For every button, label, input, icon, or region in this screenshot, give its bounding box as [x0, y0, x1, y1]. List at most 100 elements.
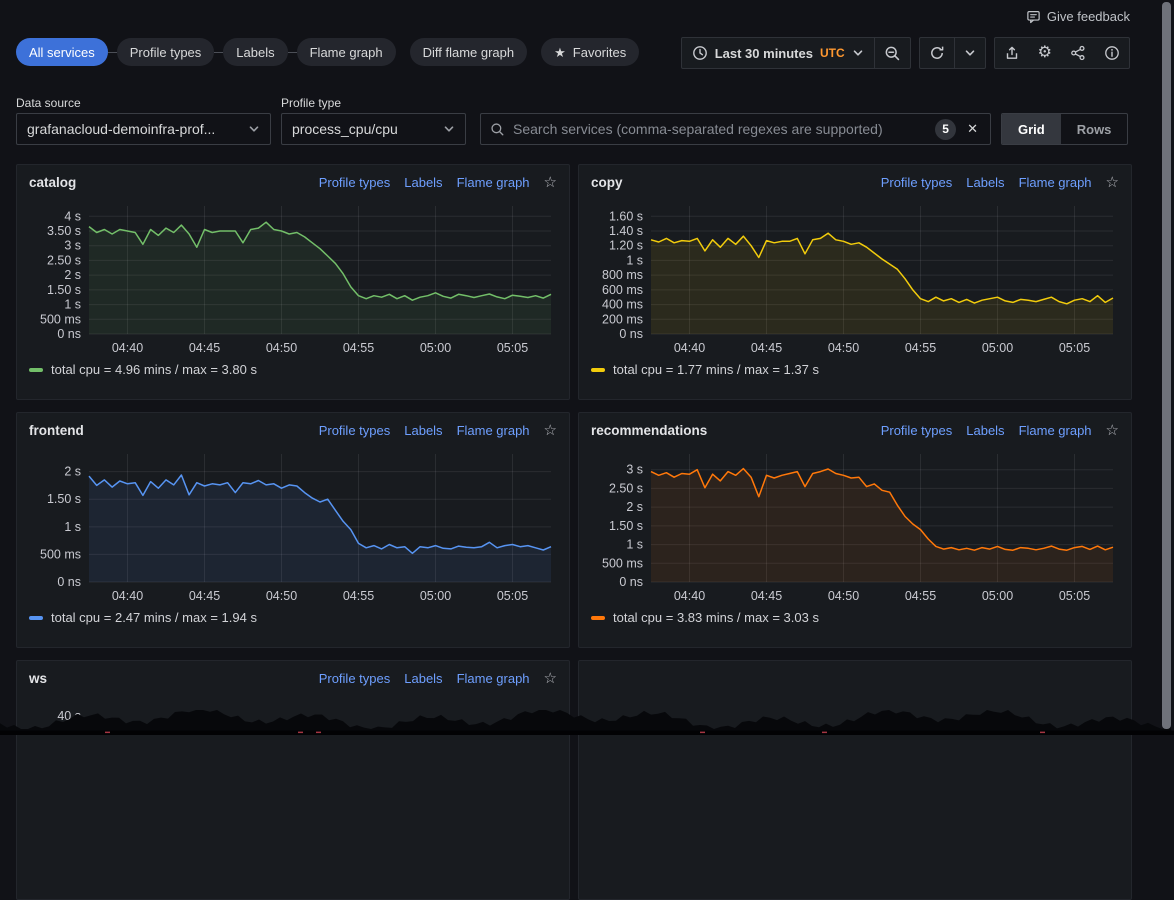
export-button[interactable]	[995, 38, 1029, 68]
svg-text:1 s: 1 s	[64, 298, 81, 312]
panel-link-labels[interactable]: Labels	[966, 423, 1004, 438]
svg-text:200 ms: 200 ms	[602, 312, 643, 326]
svg-text:05:05: 05:05	[1059, 589, 1090, 603]
favorite-star-icon[interactable]: ☆	[1106, 423, 1119, 438]
info-button[interactable]	[1095, 38, 1129, 68]
gear-icon: ⚙	[1038, 45, 1052, 61]
refresh-interval-dropdown[interactable]	[955, 38, 985, 68]
refresh-icon	[929, 45, 945, 61]
chart-legend[interactable]: total cpu = 1.77 mins / max = 1.37 s	[591, 362, 1119, 377]
svg-text:3.50 s: 3.50 s	[47, 224, 81, 238]
actions-box: ⚙	[994, 37, 1130, 69]
legend-label: total cpu = 3.83 mins / max = 3.03 s	[613, 610, 819, 625]
tab-diff-flame-graph[interactable]: Diff flame graph	[410, 38, 528, 66]
panel-link-labels[interactable]: Labels	[404, 671, 442, 686]
zoom-out-button[interactable]	[875, 38, 910, 68]
panel-title: copy	[591, 175, 623, 190]
search-icon	[490, 122, 505, 137]
pyroscope-all-services-page: { "feedback": { "label": "Give feedback"…	[0, 0, 1174, 735]
panel-link-flame-graph[interactable]: Flame graph	[457, 671, 530, 686]
chart-legend[interactable]: total cpu = 4.96 mins / max = 3.80 s	[29, 362, 557, 377]
panel-link-flame-graph[interactable]: Flame graph	[1019, 175, 1092, 190]
favorite-star-icon[interactable]: ☆	[544, 671, 557, 686]
favorite-star-icon[interactable]: ☆	[1106, 175, 1119, 190]
svg-text:04:50: 04:50	[828, 589, 859, 603]
layout-option-grid[interactable]: Grid	[1002, 114, 1061, 144]
timeseries-chart-catalog[interactable]: 0 ns500 ms1 s1.50 s2 s2.50 s3 s3.50 s4 s…	[29, 198, 559, 358]
svg-text:400 ms: 400 ms	[602, 298, 643, 312]
tab-labels[interactable]: Labels	[223, 38, 287, 66]
panel-link-profile-types[interactable]: Profile types	[319, 423, 391, 438]
vertical-scrollbar[interactable]	[1162, 2, 1171, 729]
timeseries-chart-frontend[interactable]: 0 ns500 ms1 s1.50 s2 s04:4004:4504:5004:…	[29, 446, 559, 606]
search-services-input[interactable]	[513, 121, 927, 137]
panel-link-labels[interactable]: Labels	[966, 175, 1004, 190]
svg-text:04:50: 04:50	[266, 589, 297, 603]
svg-text:04:55: 04:55	[905, 589, 936, 603]
panel-actions: Profile types Labels Flame graph ☆	[881, 175, 1119, 190]
timeseries-chart-copy[interactable]: 0 ns200 ms400 ms600 ms800 ms1 s1.20 s1.4…	[591, 198, 1121, 358]
tab-label: Diff flame graph	[423, 45, 515, 60]
legend-label: total cpu = 4.96 mins / max = 3.80 s	[51, 362, 257, 377]
chart-legend[interactable]: total cpu = 2.47 mins / max = 1.94 s	[29, 610, 557, 625]
panel-link-profile-types[interactable]: Profile types	[319, 175, 391, 190]
svg-text:3 s: 3 s	[626, 463, 643, 477]
panel-actions: Profile types Labels Flame graph ☆	[319, 671, 557, 686]
svg-text:4 s: 4 s	[64, 209, 81, 223]
timeseries-chart-recommendations[interactable]: 0 ns500 ms1 s1.50 s2 s2.50 s3 s04:4004:4…	[591, 446, 1121, 606]
panel-link-flame-graph[interactable]: Flame graph	[457, 423, 530, 438]
svg-text:2 s: 2 s	[64, 268, 81, 282]
layout-option-rows[interactable]: Rows	[1061, 114, 1128, 144]
refresh-button[interactable]	[920, 38, 954, 68]
profile-type-select[interactable]: process_cpu/cpu	[281, 113, 466, 145]
give-feedback-button[interactable]: Give feedback	[1026, 9, 1130, 24]
time-range-box: Last 30 minutes UTC	[681, 37, 911, 69]
svg-text:05:00: 05:00	[982, 341, 1013, 355]
clear-search-button[interactable]: ✕	[964, 121, 981, 137]
svg-text:1.50 s: 1.50 s	[47, 492, 81, 506]
panel-header: copy Profile types Labels Flame graph ☆	[579, 165, 1131, 190]
comment-icon	[1026, 9, 1041, 24]
chevron-down-icon	[248, 123, 260, 135]
panel-link-labels[interactable]: Labels	[404, 423, 442, 438]
legend-color-swatch	[591, 368, 605, 372]
svg-text:04:40: 04:40	[674, 341, 705, 355]
svg-text:05:05: 05:05	[497, 341, 528, 355]
favorite-star-icon[interactable]: ☆	[544, 423, 557, 438]
time-range-picker[interactable]: Last 30 minutes UTC	[682, 38, 874, 68]
search-services-box: 5 ✕	[480, 113, 991, 145]
tab-flame-graph[interactable]: Flame graph	[297, 38, 396, 66]
svg-text:3 s: 3 s	[64, 239, 81, 253]
svg-text:04:45: 04:45	[189, 341, 220, 355]
tab-favorites[interactable]: ★Favorites	[541, 38, 639, 66]
panel-link-flame-graph[interactable]: Flame graph	[457, 175, 530, 190]
share-button[interactable]	[1061, 38, 1095, 68]
panel-link-profile-types[interactable]: Profile types	[319, 671, 391, 686]
favorite-star-icon[interactable]: ☆	[544, 175, 557, 190]
tab-all-services[interactable]: All services	[16, 38, 108, 66]
svg-text:0 ns: 0 ns	[619, 575, 643, 589]
panel-link-profile-types[interactable]: Profile types	[881, 175, 953, 190]
panel-header: ws Profile types Labels Flame graph ☆	[17, 661, 569, 686]
svg-text:04:50: 04:50	[266, 341, 297, 355]
datasource-value: grafanacloud-demoinfra-prof...	[27, 121, 215, 137]
svg-text:1 s: 1 s	[626, 253, 643, 267]
tab-label: Profile types	[130, 45, 202, 60]
panel-link-labels[interactable]: Labels	[404, 175, 442, 190]
tab-profile-types[interactable]: Profile types	[117, 38, 215, 66]
svg-text:04:50: 04:50	[828, 341, 859, 355]
svg-text:04:40: 04:40	[112, 341, 143, 355]
service-nav-tabs: All services Profile types Labels Flame gra…	[16, 38, 639, 66]
datasource-select[interactable]: grafanacloud-demoinfra-prof...	[16, 113, 271, 145]
svg-text:04:40: 04:40	[674, 589, 705, 603]
service-panel-copy: copy Profile types Labels Flame graph ☆ 0 ns2…	[578, 164, 1132, 400]
settings-button[interactable]: ⚙	[1029, 38, 1061, 68]
svg-text:1.40 s: 1.40 s	[609, 224, 643, 238]
chevron-down-icon	[964, 47, 976, 59]
chart-legend[interactable]: total cpu = 3.83 mins / max = 3.03 s	[591, 610, 1119, 625]
svg-text:800 ms: 800 ms	[602, 268, 643, 282]
panel-link-profile-types[interactable]: Profile types	[881, 423, 953, 438]
svg-text:1.50 s: 1.50 s	[47, 283, 81, 297]
panel-link-flame-graph[interactable]: Flame graph	[1019, 423, 1092, 438]
panel-title: ws	[29, 671, 47, 686]
